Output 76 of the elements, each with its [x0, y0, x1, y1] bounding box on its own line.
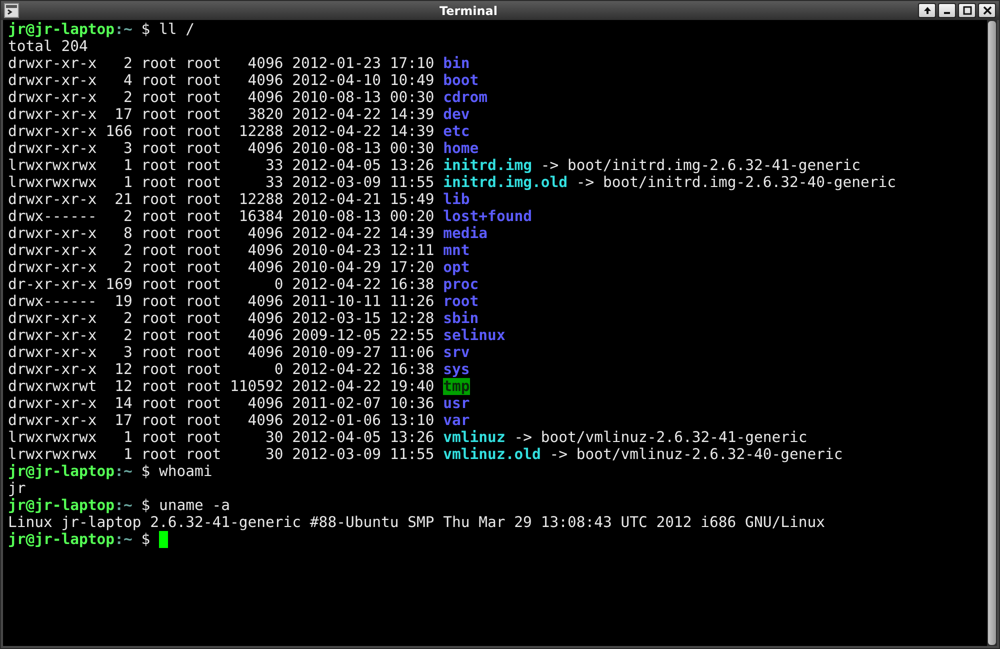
- listing-details: drwxr-xr-x 17 root root 3820 2012-04-22 14:39: [8, 106, 434, 123]
- listing-details: drwxr-xr-x 17 root root 4096 2012-01-06 13:10: [8, 412, 434, 429]
- listing-details: drwxr-xr-x 2 root root 4096 2009-12-05 22:55: [8, 327, 434, 344]
- file-name: initrd.img: [443, 157, 532, 174]
- app-icon: [4, 3, 19, 18]
- listing-details: drwxr-xr-x 14 root root 4096 2011-02-07 10:36: [8, 395, 434, 412]
- prompt-user-host: jr@jr-laptop: [8, 531, 115, 548]
- raise-button[interactable]: [918, 3, 936, 18]
- maximize-icon: [962, 6, 972, 15]
- listing-details: drwxr-xr-x 21 root root 12288 2012-04-21 15:49: [8, 191, 434, 208]
- up-arrow-icon: [922, 6, 932, 15]
- listing-details: drwxr-xr-x 4 root root 4096 2012-04-10 10:49: [8, 72, 434, 89]
- prompt-path: :~: [114, 463, 132, 480]
- file-name: sys: [443, 361, 470, 378]
- file-name: usr: [443, 395, 470, 412]
- prompt-path: :~: [114, 497, 132, 514]
- listing-details: drwxr-xr-x 12 root root 0 2012-04-22 16:38: [8, 361, 434, 378]
- listing-details: drwxrwxrwt 12 root root 110592 2012-04-22 19:40: [8, 378, 434, 395]
- prompt-path: :~: [114, 21, 132, 38]
- file-name: media: [443, 225, 488, 242]
- file-name: opt: [443, 259, 470, 276]
- command-text: $ uname -a: [141, 497, 230, 514]
- command-text: $ whoami: [141, 463, 212, 480]
- file-name: sbin: [443, 310, 479, 327]
- command-text: $: [141, 531, 150, 548]
- close-button[interactable]: [978, 3, 996, 18]
- file-name: var: [443, 412, 470, 429]
- output-text: jr: [8, 480, 26, 497]
- link-target: -> boot/initrd.img-2.6.32-41-generic: [540, 157, 861, 174]
- listing-details: drwx------ 19 root root 4096 2011-10-11 11:26: [8, 293, 434, 310]
- file-name: srv: [443, 344, 470, 361]
- link-target: -> boot/vmlinuz-2.6.32-40-generic: [550, 446, 843, 463]
- file-name: selinux: [443, 327, 506, 344]
- listing-details: drwxr-xr-x 2 root root 4096 2012-01-23 17:10: [8, 55, 434, 72]
- listing-details: drwxr-xr-x 3 root root 4096 2010-08-13 00:30: [8, 140, 434, 157]
- prompt-path: :~: [114, 531, 132, 548]
- maximize-button[interactable]: [958, 3, 976, 18]
- file-name: mnt: [443, 242, 470, 259]
- prompt-user-host: jr@jr-laptop: [8, 497, 115, 514]
- link-target: -> boot/vmlinuz-2.6.32-41-generic: [514, 429, 808, 446]
- file-name: tmp: [443, 378, 470, 395]
- file-name: vmlinuz: [443, 429, 506, 446]
- file-name: cdrom: [443, 89, 488, 106]
- file-name: lost+found: [443, 208, 532, 225]
- link-target: -> boot/initrd.img-2.6.32-40-generic: [576, 174, 896, 191]
- file-name: initrd.img.old: [443, 174, 568, 191]
- output-text: total 204: [8, 38, 88, 55]
- listing-details: lrwxrwxrwx 1 root root 30 2012-03-09 11:55: [8, 446, 434, 463]
- close-icon: [982, 6, 992, 15]
- listing-details: drwxr-xr-x 2 root root 4096 2010-08-13 00:30: [8, 89, 434, 106]
- listing-details: dr-xr-xr-x 169 root root 0 2012-04-22 16:38: [8, 276, 434, 293]
- command-text: $ ll /: [141, 21, 195, 38]
- listing-details: lrwxrwxrwx 1 root root 33 2012-03-09 11:55: [8, 174, 434, 191]
- file-name: home: [443, 140, 479, 157]
- file-name: proc: [443, 276, 479, 293]
- listing-details: drwx------ 2 root root 16384 2010-08-13 00:20: [8, 208, 434, 225]
- listing-details: drwxr-xr-x 166 root root 12288 2012-04-22 14:39: [8, 123, 434, 140]
- listing-details: drwxr-xr-x 8 root root 4096 2012-04-22 14:39: [8, 225, 434, 242]
- prompt-user-host: jr@jr-laptop: [8, 21, 115, 38]
- output-text: Linux jr-laptop 2.6.32-41-generic #88-Ubuntu SMP Thu Mar 29 13:08:43 UTC 2012 i686 GNU/Linux: [8, 514, 825, 531]
- listing-details: drwxr-xr-x 3 root root 4096 2010-09-27 11:06: [8, 344, 434, 361]
- file-name: dev: [443, 106, 470, 123]
- minimize-button[interactable]: [938, 3, 956, 18]
- listing-details: lrwxrwxrwx 1 root root 30 2012-04-05 13:26: [8, 429, 434, 446]
- file-name: vmlinuz.old: [443, 446, 541, 463]
- file-name: lib: [443, 191, 470, 208]
- file-name: bin: [443, 55, 470, 72]
- listing-details: drwxr-xr-x 2 root root 4096 2010-04-23 12:11: [8, 242, 434, 259]
- file-name: etc: [443, 123, 470, 140]
- listing-details: lrwxrwxrwx 1 root root 33 2012-04-05 13:26: [8, 157, 434, 174]
- listing-details: drwxr-xr-x 2 root root 4096 2012-03-15 12:28: [8, 310, 434, 327]
- file-name: root: [443, 293, 479, 310]
- prompt-user-host: jr@jr-laptop: [8, 463, 115, 480]
- window-title: Terminal: [438, 4, 499, 18]
- file-name: boot: [443, 72, 479, 89]
- listing-details: drwxr-xr-x 2 root root 4096 2010-04-29 17:20: [8, 259, 434, 276]
